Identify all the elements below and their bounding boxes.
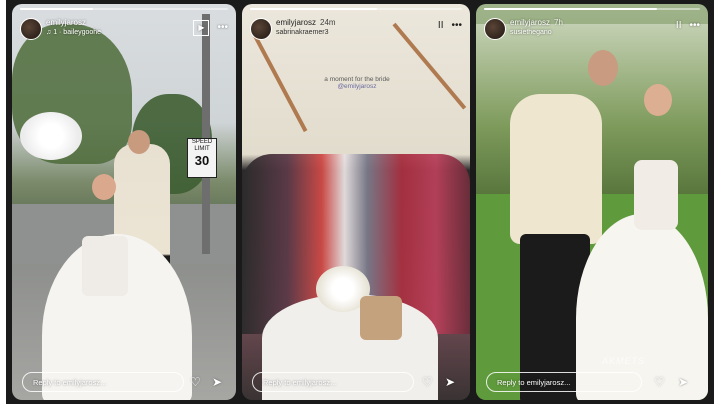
avatar[interactable] bbox=[250, 18, 272, 40]
username[interactable]: emilyjarosz 7h bbox=[510, 18, 563, 27]
send-icon[interactable]: ➤ bbox=[678, 376, 688, 388]
username[interactable]: emilyjarosz 24m bbox=[276, 18, 336, 27]
avatar[interactable] bbox=[20, 18, 42, 40]
caption-text: a moment for the bride bbox=[324, 76, 390, 83]
avatar[interactable] bbox=[484, 18, 506, 40]
sign-value: 30 bbox=[194, 153, 210, 168]
heart-icon[interactable]: ♡ bbox=[190, 376, 201, 388]
tagged-subtext[interactable]: sabrinakraemer3 bbox=[276, 29, 329, 36]
story-frame-2: a moment for the bride @emilyjarosz emil… bbox=[236, 0, 476, 404]
reply-input[interactable]: Reply to emilyjarosz... bbox=[252, 372, 414, 392]
username[interactable]: emilyjarosz bbox=[46, 18, 86, 27]
more-icon[interactable]: ••• bbox=[217, 22, 228, 34]
story-progress-3 bbox=[484, 8, 700, 10]
music-subtext[interactable]: ♫ 1 · baileygoohe bbox=[46, 29, 101, 36]
story-progress-2 bbox=[250, 8, 462, 10]
bouquet bbox=[20, 112, 82, 160]
more-icon[interactable]: ••• bbox=[689, 20, 700, 32]
handbag bbox=[360, 296, 402, 340]
story-header-3: emilyjarosz 7h susiethegano II ••• bbox=[484, 14, 700, 44]
tagged-subtext[interactable]: susiethegano bbox=[510, 29, 552, 36]
sign-line1: SPEED bbox=[191, 139, 213, 145]
utility-pole bbox=[202, 14, 210, 254]
caption-mention[interactable]: @emilyjarosz bbox=[292, 83, 422, 90]
story-media-3[interactable]: AKMETS emilyjarosz 7h susiethegano II •••… bbox=[476, 4, 708, 400]
story-header-1: emilyjarosz ♫ 1 · baileygoohe ▶ ••• bbox=[20, 14, 228, 44]
bride-head bbox=[92, 174, 116, 200]
more-icon[interactable]: ••• bbox=[451, 20, 462, 32]
sign-line2: LIMIT bbox=[194, 146, 210, 152]
play-icon[interactable]: ▶ bbox=[193, 20, 210, 36]
heart-icon[interactable]: ♡ bbox=[654, 376, 665, 388]
reply-input[interactable]: Reply to emilyjarosz... bbox=[486, 372, 642, 392]
pause-icon[interactable]: II bbox=[438, 20, 444, 32]
story-media-2[interactable]: a moment for the bride @emilyjarosz emil… bbox=[242, 4, 470, 400]
groom-jacket bbox=[510, 94, 602, 244]
photographer-watermark: AKMETS bbox=[602, 356, 646, 366]
pause-icon[interactable]: II bbox=[676, 20, 682, 32]
story-frame-3: AKMETS emilyjarosz 7h susiethegano II •••… bbox=[470, 0, 714, 404]
story-media-1[interactable]: SPEED LIMIT 30 emilyjarosz ♫ 1 · baileyg… bbox=[12, 4, 236, 400]
bride-bodice bbox=[82, 236, 128, 296]
story-frame-1: SPEED LIMIT 30 emilyjarosz ♫ 1 · baileyg… bbox=[6, 0, 242, 404]
bride-head bbox=[644, 84, 672, 116]
story-progress-1 bbox=[20, 8, 228, 10]
heart-icon[interactable]: ♡ bbox=[422, 376, 433, 388]
reply-input[interactable]: Reply to emilyjarosz... bbox=[22, 372, 184, 392]
story-caption: a moment for the bride @emilyjarosz bbox=[292, 76, 422, 90]
story-header-2: emilyjarosz 24m sabrinakraemer3 II ••• bbox=[250, 14, 462, 44]
speed-sign: SPEED LIMIT 30 bbox=[187, 138, 217, 178]
groom-head bbox=[588, 50, 618, 86]
send-icon[interactable]: ➤ bbox=[212, 376, 222, 388]
bride-bodice bbox=[634, 160, 678, 230]
send-icon[interactable]: ➤ bbox=[445, 376, 455, 388]
groom-head bbox=[128, 130, 150, 154]
